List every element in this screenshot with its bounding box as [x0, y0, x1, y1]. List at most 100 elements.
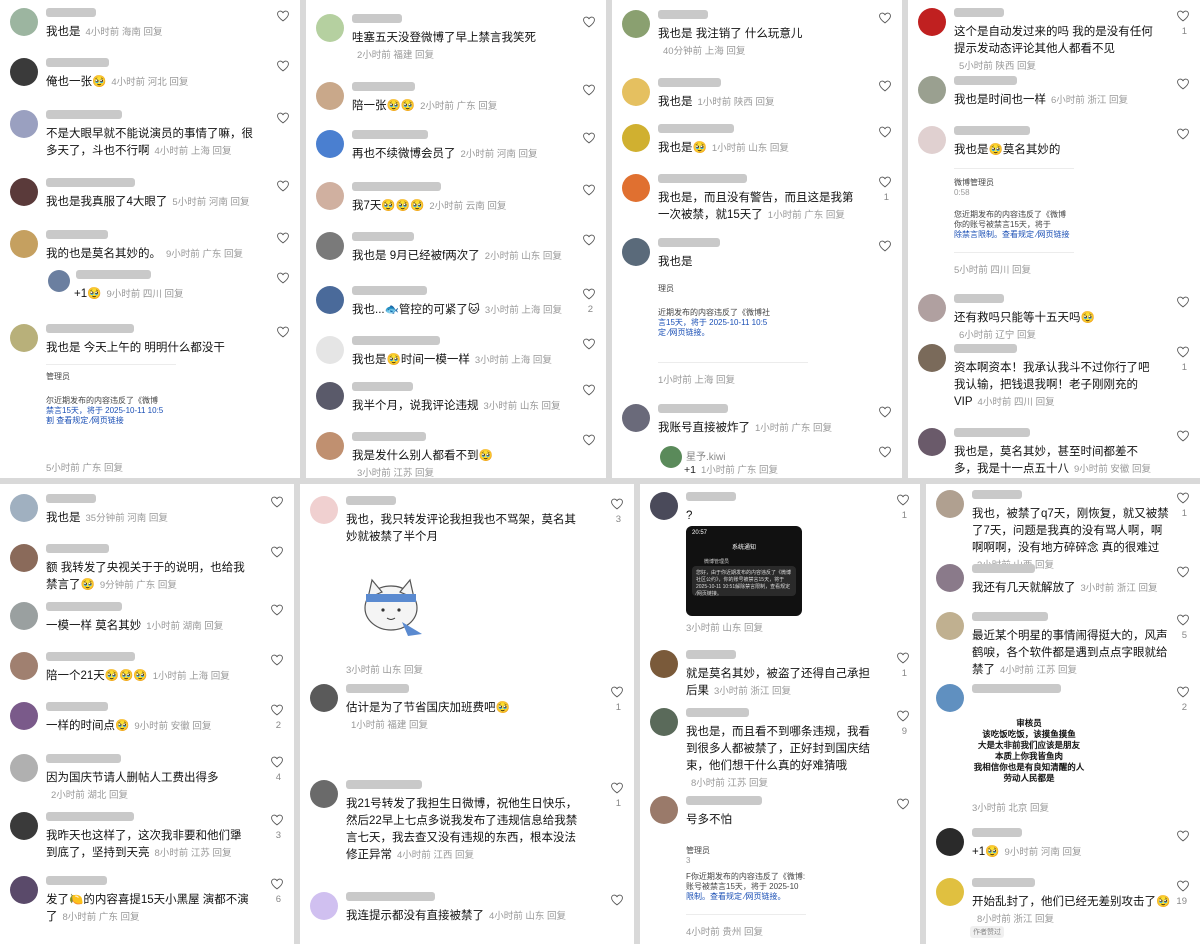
avatar[interactable] — [936, 612, 964, 640]
card-line[interactable]: 定 ⁄网页链接。 — [658, 328, 770, 338]
heart-icon[interactable] — [582, 434, 596, 446]
username[interactable] — [46, 602, 122, 611]
username[interactable] — [46, 544, 109, 553]
heart-icon[interactable] — [878, 176, 892, 188]
heart-icon[interactable] — [1176, 830, 1190, 842]
heart-icon[interactable] — [878, 80, 892, 92]
card-line[interactable]: 除禁言限制。查看规定 ⁄网页链接 — [954, 230, 1070, 240]
heart-icon[interactable] — [878, 126, 892, 138]
heart-icon[interactable] — [270, 654, 284, 666]
username[interactable] — [954, 344, 1017, 353]
heart-icon[interactable] — [878, 446, 892, 458]
avatar[interactable] — [622, 404, 650, 432]
username[interactable] — [76, 270, 151, 279]
username[interactable] — [686, 796, 762, 805]
username[interactable] — [346, 496, 396, 505]
username[interactable] — [972, 878, 1035, 887]
avatar[interactable] — [310, 892, 338, 920]
heart-icon[interactable] — [270, 496, 284, 508]
heart-icon[interactable] — [582, 184, 596, 196]
username[interactable] — [46, 58, 109, 67]
username[interactable] — [46, 876, 107, 885]
card-line[interactable]: 限制。查看规定 ⁄网页链接。 — [686, 892, 805, 902]
username[interactable] — [352, 130, 428, 139]
heart-icon[interactable] — [276, 232, 290, 244]
username[interactable] — [658, 78, 721, 87]
username[interactable] — [352, 432, 426, 441]
avatar[interactable] — [10, 702, 38, 730]
username[interactable] — [954, 8, 1004, 17]
username[interactable] — [46, 702, 108, 711]
heart-icon[interactable] — [270, 814, 284, 826]
heart-icon[interactable] — [582, 16, 596, 28]
heart-icon[interactable] — [276, 112, 290, 124]
heart-icon[interactable] — [276, 60, 290, 72]
heart-icon[interactable] — [1176, 10, 1190, 22]
heart-icon[interactable] — [878, 12, 892, 24]
heart-icon[interactable] — [1176, 296, 1190, 308]
heart-icon[interactable] — [1176, 566, 1190, 578]
heart-icon[interactable] — [610, 894, 624, 906]
avatar[interactable] — [10, 876, 38, 904]
heart-icon[interactable] — [1176, 78, 1190, 90]
avatar[interactable] — [660, 446, 682, 468]
card-line[interactable]: 割 查看规定 ⁄网页链接 — [46, 416, 163, 426]
avatar[interactable] — [936, 564, 964, 592]
username[interactable] — [954, 76, 1017, 85]
heart-icon[interactable] — [1176, 686, 1190, 698]
username[interactable] — [954, 126, 1030, 135]
avatar[interactable] — [918, 344, 946, 372]
username[interactable] — [346, 684, 409, 693]
username[interactable] — [46, 652, 135, 661]
heart-icon[interactable] — [1176, 128, 1190, 140]
avatar[interactable] — [10, 8, 38, 36]
username[interactable] — [46, 8, 96, 17]
username[interactable] — [46, 324, 134, 333]
avatar[interactable] — [316, 130, 344, 158]
avatar[interactable] — [316, 14, 344, 42]
heart-icon[interactable] — [878, 406, 892, 418]
avatar[interactable] — [10, 812, 38, 840]
heart-icon[interactable] — [582, 338, 596, 350]
heart-icon[interactable] — [276, 10, 290, 22]
avatar[interactable] — [918, 8, 946, 36]
heart-icon[interactable] — [1176, 430, 1190, 442]
avatar[interactable] — [310, 496, 338, 524]
avatar[interactable] — [10, 324, 38, 352]
username[interactable] — [346, 892, 435, 901]
avatar[interactable] — [650, 492, 678, 520]
avatar[interactable] — [10, 110, 38, 138]
heart-icon[interactable] — [1176, 346, 1190, 358]
avatar[interactable] — [650, 650, 678, 678]
heart-icon[interactable] — [270, 604, 284, 616]
avatar[interactable] — [10, 652, 38, 680]
heart-icon[interactable] — [896, 710, 910, 722]
avatar[interactable] — [316, 82, 344, 110]
avatar[interactable] — [622, 174, 650, 202]
username[interactable] — [658, 404, 728, 413]
username[interactable] — [352, 232, 414, 241]
heart-icon[interactable] — [270, 878, 284, 890]
username[interactable] — [46, 812, 134, 821]
heart-icon[interactable] — [582, 132, 596, 144]
avatar[interactable] — [316, 336, 344, 364]
avatar[interactable] — [936, 828, 964, 856]
heart-icon[interactable] — [582, 84, 596, 96]
username[interactable] — [46, 494, 96, 503]
avatar[interactable] — [10, 178, 38, 206]
heart-icon[interactable] — [276, 326, 290, 338]
avatar[interactable] — [10, 230, 38, 258]
username[interactable] — [352, 382, 413, 391]
avatar[interactable] — [936, 490, 964, 518]
heart-icon[interactable] — [610, 498, 624, 510]
sticker-image[interactable] — [356, 568, 426, 638]
avatar[interactable] — [310, 780, 338, 808]
username[interactable] — [46, 178, 135, 187]
username[interactable] — [658, 10, 708, 19]
username[interactable] — [46, 230, 108, 239]
avatar[interactable] — [936, 878, 964, 906]
heart-icon[interactable] — [1176, 880, 1190, 892]
username[interactable] — [686, 650, 736, 659]
avatar[interactable] — [10, 58, 38, 86]
avatar[interactable] — [650, 708, 678, 736]
